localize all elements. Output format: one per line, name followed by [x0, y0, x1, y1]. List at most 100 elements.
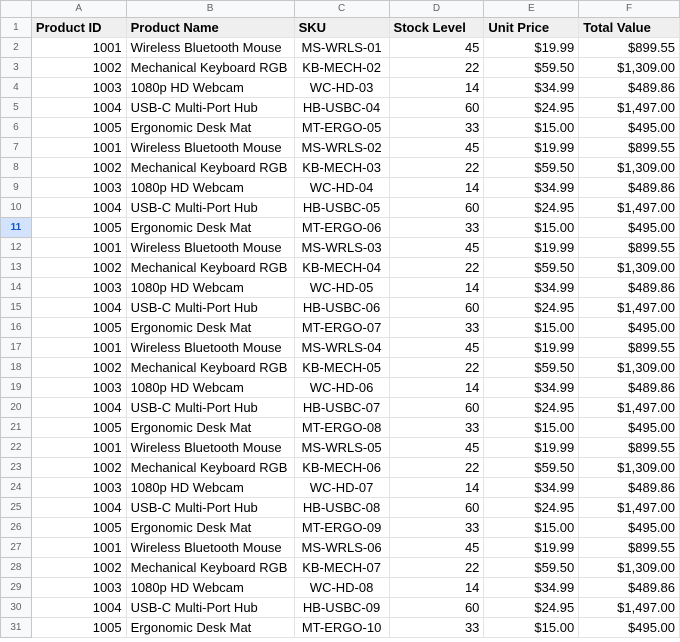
cell-product-id[interactable]: 1002	[30, 57, 127, 78]
cell-product-name[interactable]: Mechanical Keyboard RGB	[125, 557, 295, 578]
cell-product-id[interactable]: 1004	[30, 497, 127, 518]
cell-sku[interactable]: MS-WRLS-06	[293, 537, 390, 558]
cell-product-name[interactable]: USB-C Multi-Port Hub	[125, 197, 295, 218]
cell-total-value[interactable]: $495.00	[578, 317, 680, 338]
cell-total-value[interactable]: $495.00	[578, 417, 680, 438]
cell-unit-price[interactable]: $59.50	[483, 157, 580, 178]
cell-stock-level[interactable]: 22	[388, 57, 485, 78]
cell-total-value[interactable]: $1,497.00	[578, 597, 680, 618]
cell-unit-price[interactable]: $19.99	[483, 437, 580, 458]
row-header[interactable]: 20	[0, 397, 32, 418]
row-header[interactable]: 1	[0, 17, 32, 38]
cell-stock-level[interactable]: 45	[388, 237, 485, 258]
cell-product-name[interactable]: 1080p HD Webcam	[125, 577, 295, 598]
cell-stock-level[interactable]: 33	[388, 417, 485, 438]
header-cell-product-name[interactable]: Product Name	[125, 17, 295, 38]
cell-stock-level[interactable]: 60	[388, 297, 485, 318]
cell-product-id[interactable]: 1002	[30, 457, 127, 478]
row-header[interactable]: 26	[0, 517, 32, 538]
cell-unit-price[interactable]: $59.50	[483, 557, 580, 578]
row-header[interactable]: 9	[0, 177, 32, 198]
row-header[interactable]: 23	[0, 457, 32, 478]
cell-unit-price[interactable]: $24.95	[483, 597, 580, 618]
row-header[interactable]: 22	[0, 437, 32, 458]
header-cell-unit-price[interactable]: Unit Price	[483, 17, 580, 38]
cell-product-name[interactable]: Wireless Bluetooth Mouse	[125, 437, 295, 458]
cell-product-name[interactable]: Mechanical Keyboard RGB	[125, 357, 295, 378]
cell-sku[interactable]: WC-HD-07	[293, 477, 390, 498]
cell-unit-price[interactable]: $15.00	[483, 517, 580, 538]
cell-sku[interactable]: KB-MECH-07	[293, 557, 390, 578]
cell-product-name[interactable]: Ergonomic Desk Mat	[125, 117, 295, 138]
cell-sku[interactable]: WC-HD-03	[293, 77, 390, 98]
row-header[interactable]: 14	[0, 277, 32, 298]
cell-product-id[interactable]: 1003	[30, 577, 127, 598]
cell-total-value[interactable]: $1,309.00	[578, 557, 680, 578]
cell-sku[interactable]: MT-ERGO-06	[293, 217, 390, 238]
row-header[interactable]: 10	[0, 197, 32, 218]
cell-product-id[interactable]: 1004	[30, 397, 127, 418]
cell-stock-level[interactable]: 60	[388, 197, 485, 218]
cell-unit-price[interactable]: $24.95	[483, 97, 580, 118]
cell-product-id[interactable]: 1002	[30, 157, 127, 178]
cell-total-value[interactable]: $495.00	[578, 217, 680, 238]
cell-sku[interactable]: MS-WRLS-04	[293, 337, 390, 358]
cell-sku[interactable]: WC-HD-04	[293, 177, 390, 198]
cell-product-id[interactable]: 1003	[30, 477, 127, 498]
cell-product-name[interactable]: USB-C Multi-Port Hub	[125, 497, 295, 518]
cell-sku[interactable]: HB-USBC-05	[293, 197, 390, 218]
cell-product-id[interactable]: 1002	[30, 257, 127, 278]
cell-unit-price[interactable]: $15.00	[483, 217, 580, 238]
cell-unit-price[interactable]: $19.99	[483, 237, 580, 258]
cell-sku[interactable]: WC-HD-06	[293, 377, 390, 398]
cell-sku[interactable]: HB-USBC-08	[293, 497, 390, 518]
cell-total-value[interactable]: $489.86	[578, 577, 680, 598]
cell-product-id[interactable]: 1004	[30, 197, 127, 218]
column-header-c[interactable]: C	[293, 0, 390, 18]
cell-product-name[interactable]: 1080p HD Webcam	[125, 177, 295, 198]
cell-stock-level[interactable]: 22	[388, 457, 485, 478]
cell-stock-level[interactable]: 60	[388, 97, 485, 118]
cell-unit-price[interactable]: $59.50	[483, 257, 580, 278]
cell-sku[interactable]: MS-WRLS-03	[293, 237, 390, 258]
header-cell-total-value[interactable]: Total Value	[578, 17, 680, 38]
row-header[interactable]: 2	[0, 37, 32, 58]
cell-unit-price[interactable]: $34.99	[483, 377, 580, 398]
cell-stock-level[interactable]: 45	[388, 337, 485, 358]
cell-total-value[interactable]: $495.00	[578, 617, 680, 638]
cell-product-name[interactable]: Mechanical Keyboard RGB	[125, 457, 295, 478]
cell-product-id[interactable]: 1003	[30, 177, 127, 198]
cell-product-id[interactable]: 1003	[30, 277, 127, 298]
cell-stock-level[interactable]: 45	[388, 537, 485, 558]
cell-unit-price[interactable]: $19.99	[483, 537, 580, 558]
cell-product-id[interactable]: 1001	[30, 137, 127, 158]
cell-product-name[interactable]: Mechanical Keyboard RGB	[125, 257, 295, 278]
column-header-b[interactable]: B	[125, 0, 295, 18]
cell-sku[interactable]: HB-USBC-06	[293, 297, 390, 318]
cell-total-value[interactable]: $899.55	[578, 437, 680, 458]
row-header[interactable]: 11	[0, 217, 32, 238]
cell-product-id[interactable]: 1004	[30, 297, 127, 318]
cell-sku[interactable]: KB-MECH-03	[293, 157, 390, 178]
row-header[interactable]: 19	[0, 377, 32, 398]
cell-product-id[interactable]: 1004	[30, 597, 127, 618]
cell-total-value[interactable]: $489.86	[578, 177, 680, 198]
column-header-d[interactable]: D	[388, 0, 485, 18]
cell-total-value[interactable]: $489.86	[578, 477, 680, 498]
header-cell-product-id[interactable]: Product ID	[30, 17, 127, 38]
cell-sku[interactable]: KB-MECH-06	[293, 457, 390, 478]
cell-sku[interactable]: WC-HD-05	[293, 277, 390, 298]
cell-stock-level[interactable]: 33	[388, 617, 485, 638]
cell-total-value[interactable]: $1,497.00	[578, 497, 680, 518]
cell-total-value[interactable]: $495.00	[578, 517, 680, 538]
row-header[interactable]: 24	[0, 477, 32, 498]
cell-product-name[interactable]: Ergonomic Desk Mat	[125, 217, 295, 238]
cell-stock-level[interactable]: 60	[388, 397, 485, 418]
row-header[interactable]: 16	[0, 317, 32, 338]
cell-product-name[interactable]: 1080p HD Webcam	[125, 77, 295, 98]
cell-stock-level[interactable]: 14	[388, 477, 485, 498]
cell-sku[interactable]: MS-WRLS-01	[293, 37, 390, 58]
cell-stock-level[interactable]: 45	[388, 137, 485, 158]
cell-sku[interactable]: KB-MECH-05	[293, 357, 390, 378]
column-header-e[interactable]: E	[483, 0, 580, 18]
